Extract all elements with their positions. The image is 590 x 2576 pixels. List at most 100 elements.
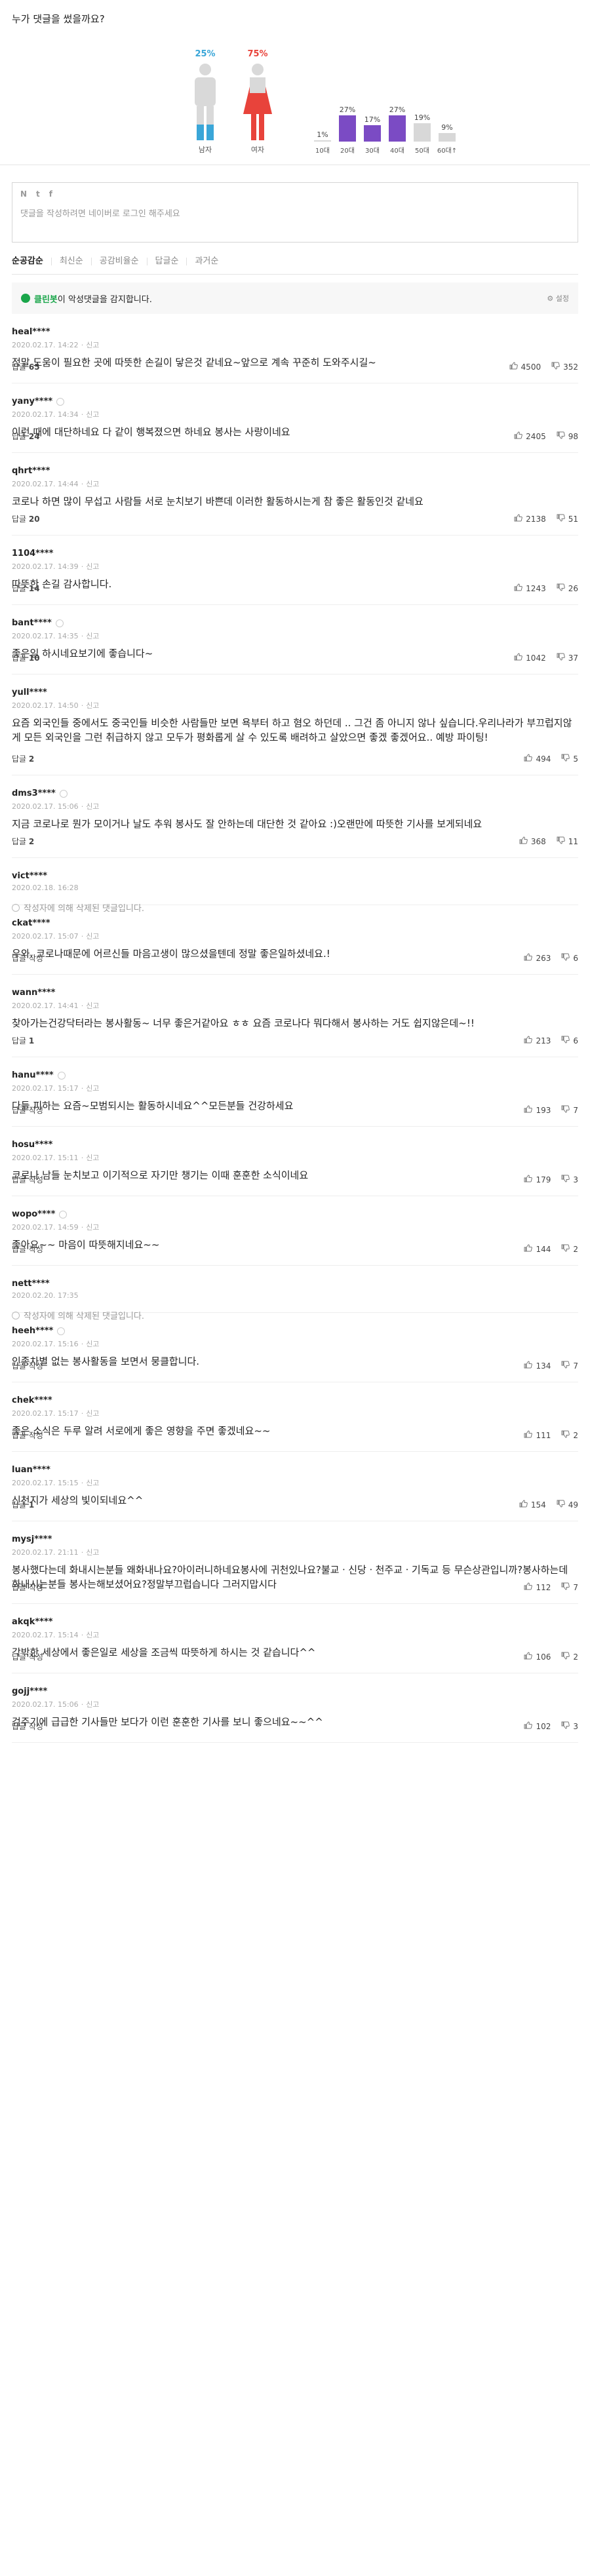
- comment-nickname[interactable]: dms3****: [12, 789, 578, 798]
- dislike-button[interactable]: 11: [557, 836, 578, 846]
- dislike-button[interactable]: 6: [561, 1036, 578, 1045]
- dislike-button[interactable]: 3: [561, 1175, 578, 1184]
- like-button[interactable]: 106: [524, 1652, 551, 1662]
- reply-button[interactable]: 답글 작성: [12, 1721, 43, 1732]
- comment-nickname[interactable]: yull****: [12, 688, 578, 697]
- report-link[interactable]: 신고: [86, 1002, 99, 1010]
- comment-nickname[interactable]: wann****: [12, 988, 578, 998]
- report-link[interactable]: 신고: [86, 410, 99, 419]
- dislike-button[interactable]: 2: [561, 1244, 578, 1254]
- dislike-button[interactable]: 98: [557, 431, 578, 441]
- profile-icon[interactable]: [56, 397, 65, 406]
- cleanbot-name[interactable]: 클린봇: [34, 295, 58, 305]
- comment-input-placeholder[interactable]: 댓글을 작성하려면 네이버로 로그인 해주세요: [20, 206, 570, 219]
- dislike-button[interactable]: 49: [557, 1500, 578, 1510]
- like-button[interactable]: 193: [524, 1105, 551, 1115]
- report-link[interactable]: 신고: [86, 480, 99, 488]
- reply-button[interactable]: 답글 작성: [12, 1430, 43, 1441]
- profile-icon[interactable]: [55, 619, 64, 627]
- reply-button[interactable]: 답글 14: [12, 583, 40, 594]
- like-button[interactable]: 263: [524, 953, 551, 963]
- report-link[interactable]: 신고: [86, 1631, 99, 1639]
- comment-nickname[interactable]: hanu****: [12, 1070, 578, 1080]
- comment-nickname[interactable]: bant****: [12, 618, 578, 628]
- reply-button[interactable]: 답글 작성: [12, 1360, 43, 1371]
- twitter-icon[interactable]: t: [36, 189, 40, 199]
- report-link[interactable]: 신고: [86, 1409, 99, 1418]
- like-button[interactable]: 111: [524, 1430, 551, 1440]
- like-button[interactable]: 368: [519, 836, 546, 846]
- comment-nickname[interactable]: chek****: [12, 1395, 578, 1405]
- reply-button[interactable]: 답글 작성: [12, 1174, 43, 1185]
- report-link[interactable]: 신고: [86, 701, 99, 710]
- comment-nickname[interactable]: ckat****: [12, 918, 578, 928]
- tab-sort-latest[interactable]: 최신순: [50, 257, 91, 265]
- report-link[interactable]: 신고: [86, 1340, 99, 1348]
- comment-nickname[interactable]: heeh****: [12, 1326, 578, 1336]
- report-link[interactable]: 신고: [86, 1084, 99, 1093]
- reply-button[interactable]: 답글 20: [12, 513, 40, 524]
- cleanbot-settings-button[interactable]: ⚙ 설정: [547, 293, 569, 303]
- dislike-button[interactable]: 2: [561, 1652, 578, 1662]
- dislike-button[interactable]: 6: [561, 953, 578, 963]
- report-link[interactable]: 신고: [86, 562, 99, 571]
- reply-button[interactable]: 답글 2: [12, 753, 34, 764]
- like-button[interactable]: 1243: [514, 583, 546, 593]
- comment-nickname[interactable]: hosu****: [12, 1140, 578, 1150]
- tab-sort-ratio[interactable]: 공감비율순: [90, 257, 147, 265]
- profile-icon[interactable]: [57, 1327, 66, 1335]
- like-button[interactable]: 1042: [514, 653, 546, 663]
- comment-nickname[interactable]: vict****: [12, 871, 578, 881]
- reply-button[interactable]: 답글 작성: [12, 1104, 43, 1116]
- like-button[interactable]: 213: [524, 1036, 551, 1045]
- report-link[interactable]: 신고: [86, 1479, 99, 1487]
- dislike-button[interactable]: 3: [561, 1721, 578, 1731]
- dislike-button[interactable]: 51: [557, 514, 578, 524]
- reply-button[interactable]: 답글 65: [12, 361, 40, 372]
- comment-nickname[interactable]: yany****: [12, 397, 578, 406]
- like-button[interactable]: 154: [519, 1500, 546, 1510]
- tab-sort-sympathy[interactable]: 순공감순: [12, 257, 51, 265]
- naver-icon[interactable]: N: [20, 189, 27, 199]
- like-button[interactable]: 494: [524, 754, 551, 764]
- comment-nickname[interactable]: gojj****: [12, 1687, 578, 1696]
- like-button[interactable]: 179: [524, 1175, 551, 1184]
- comment-write-box[interactable]: N t f 댓글을 작성하려면 네이버로 로그인 해주세요: [12, 182, 578, 243]
- like-button[interactable]: 2138: [514, 514, 546, 524]
- report-link[interactable]: 신고: [86, 632, 99, 640]
- reply-button[interactable]: 답글 작성: [12, 1651, 43, 1662]
- dislike-button[interactable]: 26: [557, 583, 578, 593]
- comment-nickname[interactable]: 1104****: [12, 549, 578, 558]
- comment-nickname[interactable]: nett****: [12, 1279, 578, 1289]
- like-button[interactable]: 144: [524, 1244, 551, 1254]
- comment-nickname[interactable]: heal****: [12, 327, 578, 337]
- report-link[interactable]: 신고: [86, 1154, 99, 1162]
- tab-sort-replies[interactable]: 답글순: [146, 257, 187, 265]
- facebook-icon[interactable]: f: [49, 189, 52, 199]
- reply-button[interactable]: 답글 24: [12, 431, 40, 442]
- reply-button[interactable]: 답글 작성: [12, 1243, 43, 1255]
- like-button[interactable]: 102: [524, 1721, 551, 1731]
- dislike-button[interactable]: 37: [557, 653, 578, 663]
- dislike-button[interactable]: 7: [561, 1105, 578, 1115]
- comment-nickname[interactable]: luan****: [12, 1465, 578, 1475]
- comment-nickname[interactable]: mysj****: [12, 1534, 578, 1544]
- like-button[interactable]: 134: [524, 1361, 551, 1371]
- comment-nickname[interactable]: wopo****: [12, 1209, 578, 1219]
- report-link[interactable]: 신고: [86, 932, 99, 941]
- reply-button[interactable]: 답글 1: [12, 1499, 34, 1510]
- reply-button[interactable]: 답글 작성: [12, 1582, 43, 1593]
- like-button[interactable]: 2405: [514, 431, 546, 441]
- comment-nickname[interactable]: akqk****: [12, 1617, 578, 1627]
- report-link[interactable]: 신고: [86, 1548, 99, 1557]
- comment-nickname[interactable]: qhrt****: [12, 466, 578, 476]
- report-link[interactable]: 신고: [86, 1223, 99, 1232]
- report-link[interactable]: 신고: [86, 1700, 99, 1709]
- like-button[interactable]: 4500: [509, 362, 541, 372]
- like-button[interactable]: 112: [524, 1582, 551, 1592]
- reply-button[interactable]: 답글 작성: [12, 952, 43, 964]
- dislike-button[interactable]: 352: [551, 362, 578, 372]
- reply-button[interactable]: 답글 10: [12, 652, 40, 663]
- report-link[interactable]: 신고: [86, 802, 99, 811]
- dislike-button[interactable]: 7: [561, 1361, 578, 1371]
